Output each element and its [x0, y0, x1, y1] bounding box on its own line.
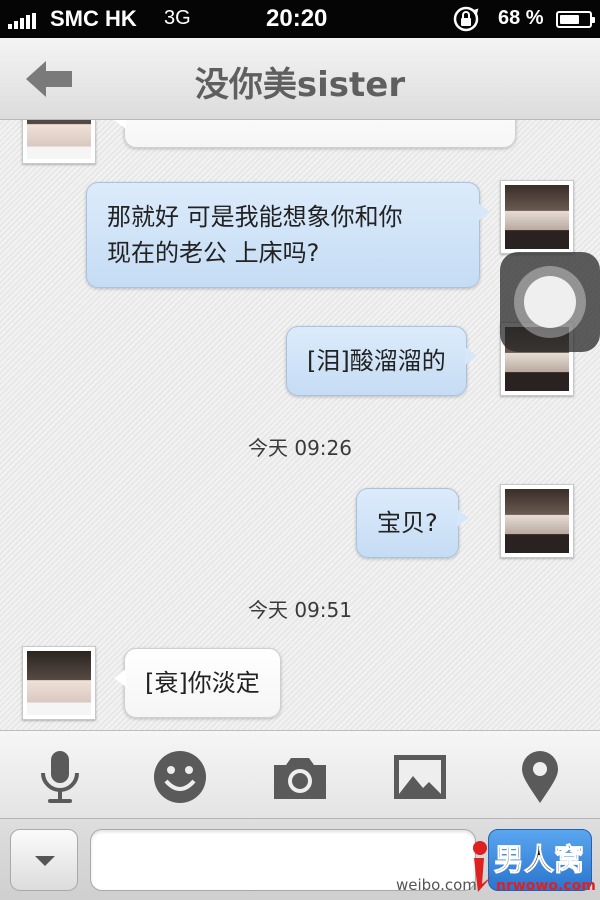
svg-text:男人窝: 男人窝 — [494, 843, 584, 878]
location-icon[interactable] — [510, 747, 570, 807]
my-avatar[interactable] — [500, 180, 574, 254]
message-bubble-incoming[interactable]: [衰]你淡定 — [114, 648, 281, 718]
timestamp: 今天 09:51 — [248, 598, 352, 622]
message-bubble-outgoing[interactable]: 宝贝? — [356, 488, 469, 558]
signal-icon — [8, 13, 36, 29]
chat-title: 没你美sister — [194, 65, 406, 105]
assistive-touch-button[interactable] — [500, 252, 600, 352]
message-bubble-incoming[interactable] — [114, 120, 516, 148]
contact-avatar[interactable] — [22, 646, 96, 720]
status-bar: SMC HK 3G 20:20 68 % — [0, 0, 600, 38]
carrier-label: SMC HK — [50, 6, 137, 31]
battery-icon — [556, 11, 595, 28]
message-bubble-outgoing[interactable]: 那就好 可是我能想象你和你 现在的老公 上床吗? — [86, 182, 490, 288]
svg-text:nrwowo.com: nrwowo.com — [496, 878, 596, 894]
timestamp: 今天 09:26 — [248, 436, 352, 460]
photo-icon[interactable] — [390, 747, 450, 807]
emoji-icon[interactable] — [150, 747, 210, 807]
chevron-down-icon — [35, 856, 55, 866]
microphone-icon[interactable] — [30, 747, 90, 807]
watermark-logo: 男人窝 nrwowo.com — [473, 841, 596, 894]
clock: 20:20 — [266, 5, 328, 32]
watermark-url: weibo.com — [396, 876, 477, 894]
camera-icon[interactable] — [270, 747, 330, 807]
toggle-panel-button[interactable] — [10, 829, 78, 891]
rotation-lock-icon — [453, 6, 479, 32]
message-line: 现在的老公 上床吗? — [107, 239, 320, 267]
attachment-toolbar — [0, 730, 600, 818]
network-label: 3G — [164, 7, 191, 29]
chat-area[interactable]: 那就好 可是我能想象你和你 现在的老公 上床吗? [泪]酸溜溜的 今天 09:2… — [0, 120, 600, 730]
navigation-bar: 没你美sister — [0, 38, 600, 120]
contact-avatar[interactable] — [22, 120, 96, 164]
message-line: 那就好 可是我能想象你和你 — [107, 203, 403, 231]
battery-percent: 68 % — [498, 7, 544, 29]
message-bubble-outgoing[interactable]: [泪]酸溜溜的 — [286, 326, 477, 396]
my-avatar[interactable] — [500, 484, 574, 558]
